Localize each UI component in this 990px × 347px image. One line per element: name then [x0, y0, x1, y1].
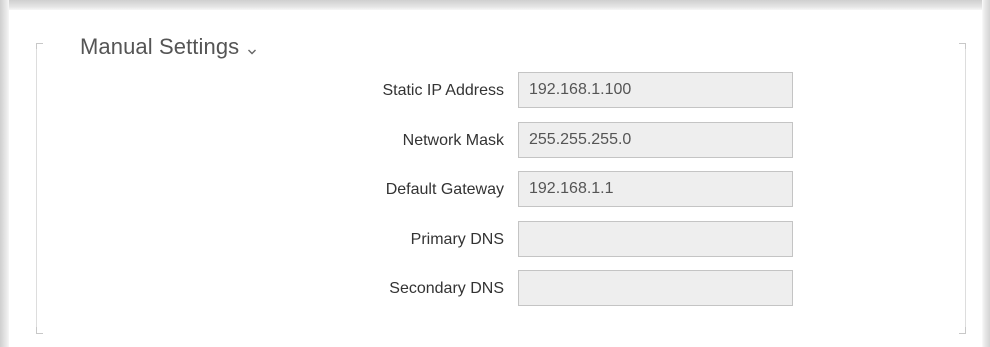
section-title: Manual Settings: [80, 34, 240, 59]
network-mask-input[interactable]: [518, 122, 793, 158]
network-mask-row: Network Mask: [9, 122, 982, 160]
section-bracket-bottom-right: [959, 327, 966, 334]
secondary-dns-input[interactable]: [518, 270, 793, 306]
manual-settings-window: Manual Settings Static IP Address Networ…: [0, 0, 990, 347]
default-gateway-input[interactable]: [518, 171, 793, 207]
section-bracket-bottom-left: [36, 327, 43, 334]
section-bracket-top-left: [36, 43, 43, 50]
primary-dns-row: Primary DNS: [9, 221, 982, 259]
window-shadow-right: [982, 0, 990, 347]
static-ip-input[interactable]: [518, 72, 793, 108]
secondary-dns-label: Secondary DNS: [389, 280, 504, 297]
window-shadow-left: [0, 0, 9, 347]
static-ip-label: Static IP Address: [382, 82, 504, 99]
primary-dns-input[interactable]: [518, 221, 793, 257]
default-gateway-label: Default Gateway: [385, 181, 504, 198]
chevron-down-icon: [247, 44, 257, 54]
manual-settings-toggle[interactable]: Manual Settings: [74, 32, 264, 62]
primary-dns-label: Primary DNS: [410, 231, 504, 248]
secondary-dns-row: Secondary DNS: [9, 270, 982, 308]
network-mask-label: Network Mask: [402, 132, 504, 149]
settings-panel: Manual Settings Static IP Address Networ…: [9, 10, 982, 347]
window-shadow-top: [0, 0, 990, 10]
default-gateway-row: Default Gateway: [9, 171, 982, 209]
static-ip-row: Static IP Address: [9, 72, 982, 110]
